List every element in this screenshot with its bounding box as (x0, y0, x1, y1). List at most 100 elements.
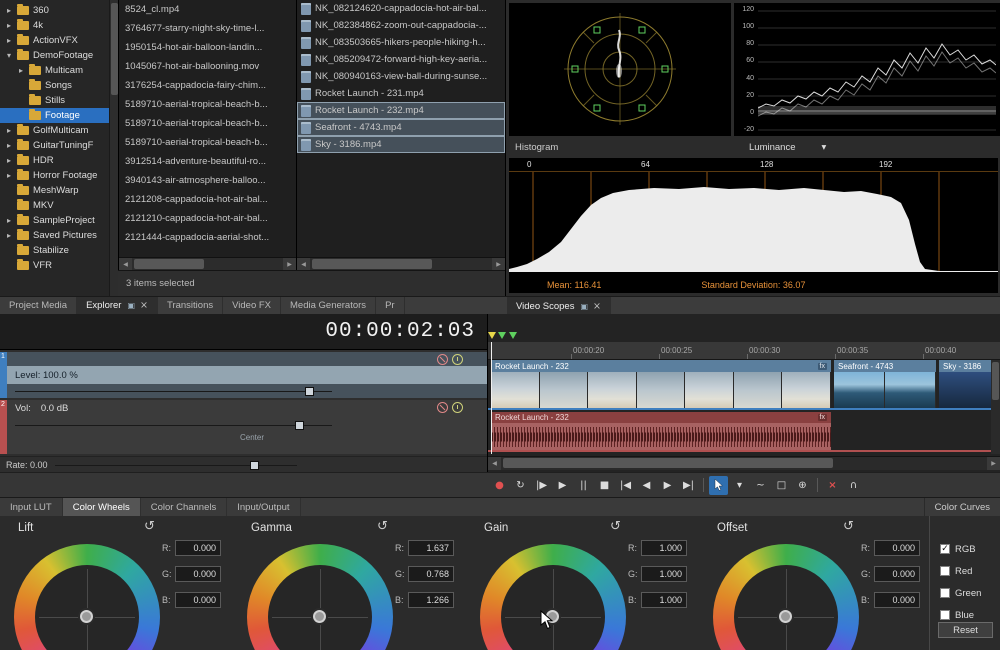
reset-wheel-icon[interactable]: ↺ (377, 519, 388, 534)
rate-slider-track[interactable] (55, 465, 297, 466)
scrollbar-thumb[interactable] (312, 259, 432, 269)
file-item[interactable]: NK_080940163-view-ball-during-sunse... (297, 68, 505, 85)
file-list-right-scrollbar[interactable]: ◀ ▶ (297, 257, 505, 270)
gain-b-value[interactable]: 1.000 (641, 592, 687, 608)
record-button[interactable]: ● (490, 476, 509, 495)
offset-r-value[interactable]: 0.000 (874, 540, 920, 556)
timeline-marker[interactable] (509, 332, 517, 339)
expand-icon[interactable]: ▸ (7, 6, 17, 15)
scrollbar-track[interactable] (310, 258, 492, 270)
scrollbar-thumb[interactable] (992, 362, 999, 400)
tree-item[interactable]: ▸ActionVFX (0, 33, 118, 48)
tree-item-selected[interactable]: Footage (0, 108, 118, 123)
tab-explorer[interactable]: Explorer▣× (77, 297, 158, 314)
gamma-b-value[interactable]: 1.266 (408, 592, 454, 608)
expand-icon[interactable]: ▸ (7, 156, 17, 165)
checkbox[interactable] (940, 588, 950, 598)
tree-item[interactable]: ▸4k (0, 18, 118, 33)
tab-transitions[interactable]: Transitions (158, 297, 223, 314)
clip-fx-button[interactable]: fx (818, 363, 827, 370)
expand-icon[interactable]: ▸ (7, 231, 17, 240)
tab-input-output[interactable]: Input/Output (227, 498, 300, 516)
lift-b-value[interactable]: 0.000 (175, 592, 221, 608)
go-to-end-button[interactable]: ▶| (679, 476, 698, 495)
expand-icon[interactable]: ▸ (7, 171, 17, 180)
level-slider-handle[interactable] (305, 387, 314, 396)
video-track-lane[interactable]: Rocket Launch - 232fx Seafront - 4743 Sk… (488, 360, 1000, 410)
play-button[interactable]: ▶ (553, 476, 572, 495)
rate-slider-handle[interactable] (250, 461, 259, 470)
reset-wheel-icon[interactable]: ↺ (144, 519, 155, 534)
histogram-mode-dropdown[interactable]: Luminance ▾ (749, 142, 826, 153)
audio-clip-rocket-launch[interactable]: Rocket Launch - 232fx (491, 412, 831, 450)
tree-item[interactable]: ▸GuitarTuningF (0, 138, 118, 153)
timeline-marker[interactable] (498, 332, 506, 339)
file-item[interactable]: 1950154-hot-air-balloon-landin... (119, 38, 296, 57)
tree-item[interactable]: MKV (0, 198, 118, 213)
tool-dropdown-chevron[interactable]: ▾ (730, 476, 749, 495)
loop-playback-button[interactable]: ↻ (511, 476, 530, 495)
scroll-left-icon[interactable]: ◀ (297, 258, 310, 270)
pause-button[interactable]: || (574, 476, 593, 495)
expand-icon[interactable]: ▸ (19, 66, 29, 75)
volume-slider-track[interactable] (15, 425, 332, 426)
gain-r-value[interactable]: 1.000 (641, 540, 687, 556)
step-back-button[interactable]: ◀ (637, 476, 656, 495)
scroll-right-icon[interactable]: ▶ (492, 258, 505, 270)
go-to-start-button[interactable]: |◀ (616, 476, 635, 495)
gamma-r-value[interactable]: 1.637 (408, 540, 454, 556)
collapse-icon[interactable]: ▾ (7, 51, 17, 60)
rate-control-row[interactable]: Rate: 0.00 (0, 456, 487, 472)
channel-option-red[interactable]: Red (940, 564, 972, 578)
video-clip-seafront[interactable]: Seafront - 4743 (834, 360, 936, 408)
file-item[interactable]: NK_082384862-zoom-out-cappadocia-... (297, 17, 505, 34)
timecode-display[interactable]: 00:00:02:03 (0, 314, 487, 350)
offset-b-value[interactable]: 0.000 (874, 592, 920, 608)
tree-item[interactable]: ▸HDR (0, 153, 118, 168)
scroll-right-icon[interactable]: ▶ (283, 258, 296, 270)
timeline-scrollbar[interactable]: ◀ ▶ (488, 456, 1000, 470)
channel-option-blue[interactable]: Blue (940, 608, 974, 622)
file-list-left-scrollbar[interactable]: ◀ ▶ (119, 257, 296, 270)
lift-g-value[interactable]: 0.000 (175, 566, 221, 582)
step-forward-button[interactable]: ▶ (658, 476, 677, 495)
tab-pr-truncated[interactable]: Pr (376, 297, 405, 314)
tab-media-generators[interactable]: Media Generators (281, 297, 376, 314)
track-automation-icon[interactable] (452, 402, 463, 413)
tree-item[interactable]: VFR (0, 258, 118, 273)
file-item[interactable]: 2121210-cappadocia-hot-air-bal... (119, 209, 296, 228)
zoom-tool-button[interactable]: ⊕ (793, 476, 812, 495)
timeline[interactable]: 00:00:20 00:00:25 00:00:30 00:00:35 00:0… (487, 314, 1000, 472)
tab-color-curves[interactable]: Color Curves (924, 498, 1000, 516)
playhead-marker[interactable] (488, 332, 496, 339)
file-item[interactable]: 5189710-aerial-tropical-beach-b... (119, 133, 296, 152)
track-mute-icon[interactable] (437, 354, 448, 365)
channel-option-rgb[interactable]: ✓RGB (940, 542, 976, 556)
expand-icon[interactable]: ▸ (7, 36, 17, 45)
tab-color-wheels[interactable]: Color Wheels (63, 498, 141, 516)
tree-item[interactable]: ▸SampleProject (0, 213, 118, 228)
track-automation-icon[interactable] (452, 354, 463, 365)
tree-item[interactable]: ▸Saved Pictures (0, 228, 118, 243)
file-item[interactable]: 3764677-starry-night-sky-time-l... (119, 19, 296, 38)
wheel-knob[interactable] (779, 610, 792, 623)
level-slider-track[interactable] (15, 391, 332, 392)
expand-icon[interactable]: ▸ (7, 126, 17, 135)
file-item[interactable]: 5189710-aerial-tropical-beach-b... (119, 95, 296, 114)
expand-icon[interactable]: ▸ (7, 21, 17, 30)
scrollbar-thumb[interactable] (503, 458, 833, 468)
tree-item[interactable]: Songs (0, 78, 118, 93)
scrollbar-track[interactable] (132, 258, 283, 270)
pin-icon[interactable]: ▣ (580, 302, 588, 311)
play-from-start-button[interactable]: |▶ (532, 476, 551, 495)
edit-tool-button[interactable] (709, 476, 728, 495)
tab-color-channels[interactable]: Color Channels (141, 498, 227, 516)
offset-g-value[interactable]: 0.000 (874, 566, 920, 582)
timeline-vertical-scrollbar[interactable] (991, 360, 1000, 454)
gamma-g-value[interactable]: 0.768 (408, 566, 454, 582)
file-item[interactable]: NK_085209472-forward-high-key-aeria... (297, 51, 505, 68)
scroll-left-icon[interactable]: ◀ (488, 457, 501, 470)
clip-fx-button[interactable]: fx (818, 414, 827, 421)
file-item[interactable]: 2121444-cappadocia-aerial-shot... (119, 228, 296, 247)
tree-item[interactable]: MeshWarp (0, 183, 118, 198)
